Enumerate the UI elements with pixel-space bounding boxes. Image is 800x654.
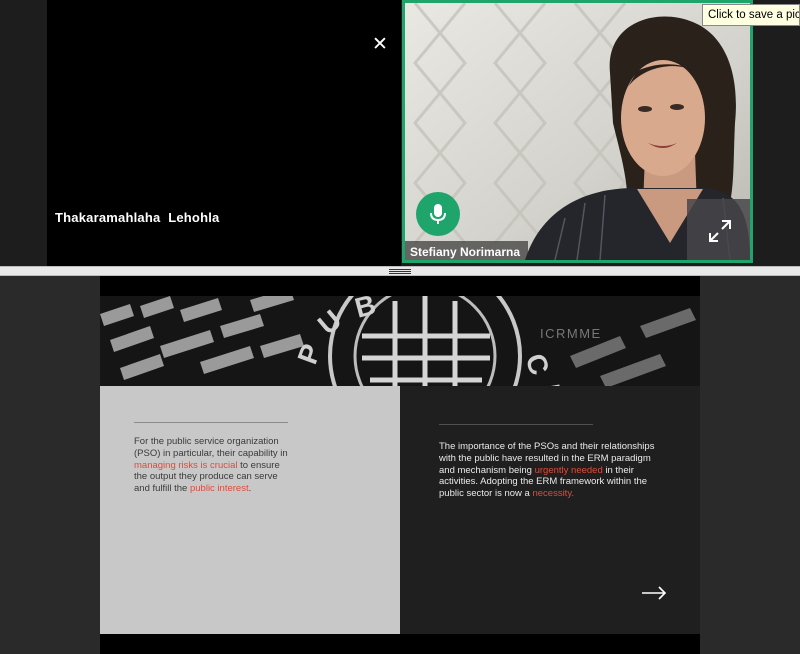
participant-tile-speaker[interactable]: Stefiany Norimarna xyxy=(402,0,753,263)
divider xyxy=(439,424,593,425)
participant-name-left: Thakaramahlaha Lehohla xyxy=(55,210,220,225)
highlighted-text: public interest xyxy=(189,483,249,495)
slide-brand-logo: ICRMME xyxy=(540,326,602,341)
participant-tile-left[interactable]: ✕ Thakaramahlaha Lehohla xyxy=(47,0,401,266)
body-text: . xyxy=(248,483,252,495)
video-strip: ✕ Thakaramahlaha Lehohla Stefiany Norima… xyxy=(0,0,800,266)
slide-panel-left: For the public service organization (PSO… xyxy=(100,386,400,634)
slide-panel-right: The importance of the PSOs and their rel… xyxy=(400,386,700,634)
arrow-right-icon[interactable] xyxy=(641,586,667,600)
highlighted-text: necessity. xyxy=(532,488,575,500)
microphone-button[interactable] xyxy=(416,192,460,236)
close-icon[interactable]: ✕ xyxy=(371,35,389,54)
splitter-grip xyxy=(389,271,411,272)
divider xyxy=(134,422,288,423)
manhole-cover-image: P U B C E xyxy=(100,296,700,386)
highlighted-text: managing risks is crucial xyxy=(134,459,238,471)
participant-name-speaker: Stefiany Norimarna xyxy=(405,241,529,260)
presentation-slide: P U B C E ICRMME For the public service … xyxy=(100,276,700,654)
microphone-icon xyxy=(430,204,446,224)
slide-banner-image: P U B C E ICRMME xyxy=(100,296,700,386)
splitter-grip xyxy=(389,273,411,274)
screen-share-area: P U B C E ICRMME For the public service … xyxy=(0,276,800,654)
tooltip: Click to save a picture xyxy=(702,4,800,26)
left-panel-text: For the public service organization (PSO… xyxy=(134,436,294,495)
splitter-grip xyxy=(389,269,411,270)
highlighted-text: urgently needed xyxy=(534,464,603,476)
expand-button[interactable] xyxy=(687,199,750,260)
resize-splitter[interactable] xyxy=(0,266,800,276)
body-text: For the public service organization (PSO… xyxy=(134,436,288,459)
right-panel-text: The importance of the PSOs and their rel… xyxy=(439,441,669,500)
expand-icon xyxy=(709,220,731,242)
